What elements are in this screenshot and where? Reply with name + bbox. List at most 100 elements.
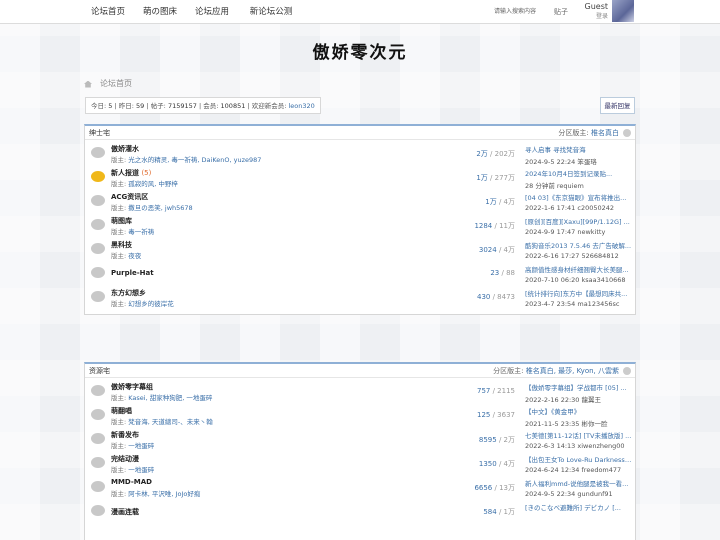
forum-mods[interactable]: 孤寂的风, 中野梓 — [128, 180, 178, 188]
nav-forum-apps[interactable]: 论坛应用 — [186, 0, 238, 24]
breadcrumb-home[interactable]: 论坛首页 — [100, 78, 132, 90]
stat-today: 5 — [108, 102, 113, 110]
forum-name-text[interactable]: MMD-MAD — [111, 478, 152, 486]
forum-moderators: 版主: Kasei, 甜家种狗肥, 一地蛋碎 — [111, 392, 212, 402]
forum-mods[interactable]: 阿卡林, 平沢唯, JoJo好痴 — [128, 490, 200, 498]
speech-bubble-icon — [91, 481, 105, 492]
forum-mods[interactable]: 夜夜 — [128, 252, 141, 260]
forum-name[interactable]: Purple-Hat — [111, 269, 154, 277]
last-post-title[interactable]: 【傲娇零字幕组】学战都市 [05] ... — [525, 382, 633, 392]
group-mods[interactable]: 椎名真白, 最莎, Kyon, 八雲紫 — [526, 367, 619, 375]
forum-mods[interactable]: 毒一祈祷 — [128, 228, 154, 236]
forum-name[interactable]: 傲娇零字幕组 — [111, 382, 153, 392]
forum-row: 漫画连载 584 / 1万 [きのこなべ避難所] デビカノ [... — [85, 498, 635, 522]
last-post-title[interactable]: 2024年10月4日签到记录贴... — [525, 168, 633, 178]
stat-newest-member[interactable]: leon320 — [288, 102, 314, 110]
login-link[interactable]: 登录 — [596, 13, 608, 20]
forum-name-text[interactable]: ACG资讯区 — [111, 193, 148, 201]
latest-replies-button[interactable]: 最新回复 — [600, 97, 635, 114]
last-post-title[interactable]: 酷狗音乐2013 7.5.46 去广告破解... — [525, 240, 633, 250]
nav-new-forum-beta[interactable]: 新论坛公测 — [238, 0, 304, 24]
forum-name[interactable]: 新番发布 — [111, 430, 139, 440]
forum-name[interactable]: 傲娇灌水 — [111, 144, 139, 154]
forum-mods-label: 版主: — [111, 228, 127, 236]
group-mods[interactable]: 椎名真白 — [591, 129, 619, 137]
group-title[interactable]: 资源宅 — [89, 367, 110, 375]
forum-name-text[interactable]: 完结动漫 — [111, 455, 139, 463]
forum-name-text[interactable]: Purple-Hat — [111, 269, 154, 277]
search-input[interactable]: 请输入搜索内容 — [494, 6, 542, 18]
forum-name[interactable]: 黑科技 — [111, 240, 132, 250]
speech-bubble-icon — [91, 505, 105, 516]
forum-posts: 3637 — [497, 411, 515, 419]
last-post-title[interactable]: 寻人启事 寻找梵音海 — [525, 144, 633, 154]
forum-counts: 23 / 88 — [490, 269, 515, 277]
last-post-title[interactable]: [きのこなべ避難所] デビカノ [... — [525, 502, 633, 512]
forum-mods-label: 版主: — [111, 490, 127, 498]
forum-moderators: 版主: 阿卡林, 平沢唯, JoJo好痴 — [111, 488, 200, 498]
forum-name-text[interactable]: 萌翻唱 — [111, 407, 132, 415]
forum-last-post: 【出包王女To Love-Ru Darkness ... 2024-6-24 12… — [525, 454, 633, 474]
forum-mods-label: 版主: — [111, 156, 127, 164]
stat-yesterday-label: 昨日: — [118, 102, 134, 110]
forum-last-post: 【中文】《黄金甲》 2021-11-5 23:35 彬你一脸 — [525, 406, 633, 428]
last-post-title[interactable]: [04 03]《东京猫眼》宣布将推出... — [525, 192, 633, 202]
forum-name-text[interactable]: 傲娇零字幕组 — [111, 383, 153, 391]
forum-name-text[interactable]: 东方幻想乡 — [111, 289, 146, 297]
forum-posts: 13万 — [499, 484, 515, 492]
last-post-title[interactable]: [统计排行向]东方中【最想同床共... — [525, 288, 633, 298]
forum-threads: 430 — [476, 293, 491, 301]
search-type-select[interactable]: 贴子 — [554, 6, 568, 18]
last-post-title[interactable]: 【中文】《黄金甲》 — [525, 406, 633, 416]
forum-posts: 4万 — [503, 198, 515, 206]
last-post-title[interactable]: 高颜值性感身材纤细翘臀大长美腿... — [525, 264, 633, 274]
forum-mods[interactable]: 幻想乡的彼岸花 — [128, 300, 174, 308]
last-post-title[interactable]: 新人福利mmd-说他腿是被我一看... — [525, 478, 633, 488]
forum-mods[interactable]: Kasei, 甜家种狗肥, 一地蛋碎 — [128, 394, 212, 402]
forum-group-resources: 资源宅 分区版主: 椎名真白, 最莎, Kyon, 八雲紫 傲娇零字幕组 版主: Ka… — [84, 362, 636, 540]
forum-name-text[interactable]: 傲娇灌水 — [111, 145, 139, 153]
forum-name[interactable]: 萌翻唱 — [111, 406, 132, 416]
forum-name[interactable]: 漫画连载 — [111, 507, 139, 517]
forum-row: 新人报道 (5) 版主: 孤寂的风, 中野梓 1万 / 277万 2024年10月4日… — [85, 164, 635, 190]
forum-name[interactable]: 新人报道 (5) — [111, 168, 151, 178]
speech-bubble-icon — [91, 385, 105, 396]
forum-name[interactable]: 萌图库 — [111, 216, 132, 226]
forum-posts: 4万 — [503, 246, 515, 254]
forum-mods[interactable]: 光之水的精灵, 毒一祈祷, DaiKenO, yuze987 — [128, 156, 261, 164]
forum-name-text[interactable]: 新番发布 — [111, 431, 139, 439]
forum-last-post: [きのこなべ避難所] デビカノ [... — [525, 502, 633, 512]
forum-mods[interactable]: 撒旦の恶笑, jwh5678 — [128, 204, 192, 212]
forum-name-text[interactable]: 新人报道 — [111, 169, 139, 177]
last-post-meta: 2022-6-16 17:27 526684812 — [525, 252, 619, 260]
forum-mods-label: 版主: — [111, 394, 127, 402]
forum-row: 傲娇灌水 版主: 光之水的精灵, 毒一祈祷, DaiKenO, yuze987 2万… — [85, 140, 635, 166]
avatar[interactable] — [612, 0, 634, 22]
forum-moderators: 版主: 毒一祈祷 — [111, 226, 154, 236]
forum-mods[interactable]: 一地蛋碎 — [128, 442, 154, 450]
forum-last-post: [04 03]《东京猫眼》宣布将推出... 2022-1-6 17:41 c200… — [525, 192, 633, 212]
site-logo[interactable]: 傲娇零次元 — [300, 38, 420, 63]
forum-name[interactable]: 东方幻想乡 — [111, 288, 146, 298]
collapse-icon[interactable] — [623, 367, 631, 375]
forum-mods-label: 版主: — [111, 442, 127, 450]
forum-mods[interactable]: 一地蛋碎 — [128, 466, 154, 474]
forum-name-text[interactable]: 黑科技 — [111, 241, 132, 249]
forum-name-text[interactable]: 萌图库 — [111, 217, 132, 225]
forum-name[interactable]: 完结动漫 — [111, 454, 139, 464]
last-post-title[interactable]: 七美德[第11-12话] [TV未播放版] ... — [525, 430, 633, 440]
stat-posts: 7159157 — [167, 102, 197, 110]
stat-posts-label: 帖子: — [150, 102, 166, 110]
forum-name-text[interactable]: 漫画连载 — [111, 508, 139, 516]
forum-name[interactable]: MMD-MAD — [111, 478, 152, 486]
last-post-title[interactable]: 【出包王女To Love-Ru Darkness ... — [525, 454, 633, 464]
nav-forum-home[interactable]: 论坛首页 — [82, 0, 134, 24]
forum-name[interactable]: ACG资讯区 — [111, 192, 148, 202]
collapse-icon[interactable] — [623, 129, 631, 137]
last-post-title[interactable]: [原创][百度][Xaxu][99P/1.12G] ... — [525, 216, 633, 226]
forum-last-post: [原创][百度][Xaxu][99P/1.12G] ... 2024-9-9 17… — [525, 216, 633, 236]
forum-mods[interactable]: 梵音海, 天道總司-、未来丶翰 — [128, 418, 212, 426]
home-icon[interactable] — [84, 80, 92, 88]
group-title[interactable]: 绅士宅 — [89, 129, 110, 137]
nav-image-host[interactable]: 萌の图床 — [134, 0, 186, 24]
